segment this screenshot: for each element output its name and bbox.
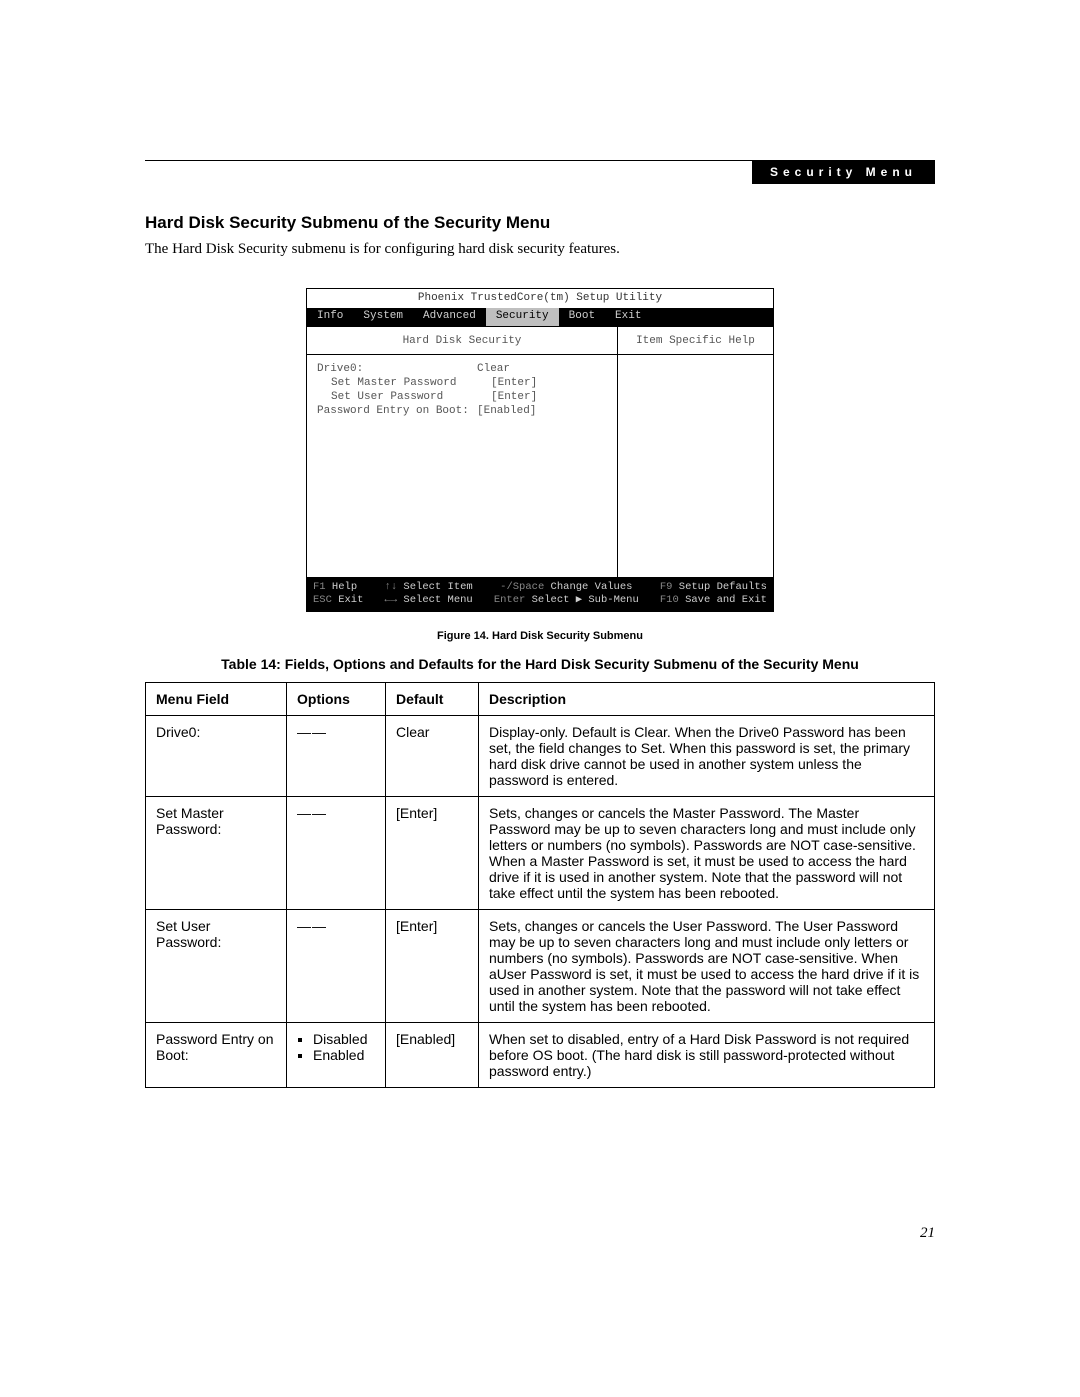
bios-left-panel: Hard Disk Security Drive0:ClearSet Maste… [307, 327, 618, 577]
bios-tab: Exit [605, 308, 651, 326]
cell-options: —— [287, 715, 386, 796]
table-row: Set Master Password:——[Enter]Sets, chang… [146, 796, 935, 909]
cell-description: Display-only. Default is Clear. When the… [479, 715, 935, 796]
bios-tab: Boot [559, 308, 605, 326]
cell-default: [Enabled] [386, 1022, 479, 1087]
bios-footer-cell: ←→ Select Menu [385, 594, 473, 607]
bios-panel-title: Hard Disk Security [307, 327, 617, 356]
bios-item-label: Set Master Password [317, 377, 491, 391]
bios-footer: F1 Help ↑↓ Select Item -/Space Change Valu… [307, 578, 773, 611]
bios-footer-cell: F1 Help [313, 581, 357, 594]
cell-menu-field: Drive0: [146, 715, 287, 796]
table-row: Drive0:——ClearDisplay-only. Default is C… [146, 715, 935, 796]
bios-item-label: Drive0: [317, 363, 477, 377]
table-row: Set User Password:——[Enter]Sets, changes… [146, 909, 935, 1022]
header-tag: Security Menu [752, 160, 935, 184]
bios-footer-cell: F10 Save and Exit [660, 594, 767, 607]
figure-caption: Figure 14. Hard Disk Security Submenu [145, 630, 935, 642]
cell-menu-field: Set User Password: [146, 909, 287, 1022]
page-number: 21 [920, 1225, 935, 1242]
bios-item-value: [Enter] [491, 377, 537, 391]
cell-description: Sets, changes or cancels the User Passwo… [479, 909, 935, 1022]
section-title: Hard Disk Security Submenu of the Securi… [145, 213, 935, 233]
cell-description: When set to disabled, entry of a Hard Di… [479, 1022, 935, 1087]
bios-item-value: Clear [477, 363, 510, 377]
table-title: Table 14: Fields, Options and Defaults f… [145, 656, 935, 672]
header-rule: Security Menu [145, 160, 935, 185]
bios-item-label: Password Entry on Boot: [317, 405, 477, 419]
section-intro: The Hard Disk Security submenu is for co… [145, 241, 935, 258]
cell-options: —— [287, 796, 386, 909]
bios-tab-bar: InfoSystemAdvancedSecurityBootExit [307, 308, 773, 326]
fields-table: Menu FieldOptionsDefaultDescription Driv… [145, 682, 935, 1088]
bios-item: Set Master Password[Enter] [317, 377, 607, 391]
bios-body: Hard Disk Security Drive0:ClearSet Maste… [307, 326, 773, 578]
bios-help-title: Item Specific Help [618, 327, 773, 356]
bios-item: Password Entry on Boot:[Enabled] [317, 405, 607, 419]
cell-options: DisabledEnabled [287, 1022, 386, 1087]
table-header: Description [479, 682, 935, 715]
bios-item-value: [Enabled] [477, 405, 536, 419]
bios-footer-cell: Enter Select ▶ Sub-Menu [494, 594, 639, 607]
table-header: Menu Field [146, 682, 287, 715]
cell-default: [Enter] [386, 909, 479, 1022]
table-header: Default [386, 682, 479, 715]
bios-help-panel: Item Specific Help [618, 327, 773, 577]
bios-tab: Info [307, 308, 353, 326]
bios-footer-cell: -/Space Change Values [500, 581, 632, 594]
option-item: Disabled [313, 1031, 375, 1047]
bios-footer-cell: F9 Setup Defaults [660, 581, 767, 594]
cell-options: —— [287, 909, 386, 1022]
bios-item: Drive0:Clear [317, 363, 607, 377]
option-item: Enabled [313, 1047, 375, 1063]
cell-description: Sets, changes or cancels the Master Pass… [479, 796, 935, 909]
bios-tab: Advanced [413, 308, 486, 326]
bios-screenshot: Phoenix TrustedCore(tm) Setup Utility In… [306, 288, 774, 612]
cell-menu-field: Set Master Password: [146, 796, 287, 909]
cell-menu-field: Password Entry on Boot: [146, 1022, 287, 1087]
bios-item-value: [Enter] [491, 391, 537, 405]
bios-tab: Security [486, 308, 559, 326]
bios-item: Set User Password[Enter] [317, 391, 607, 405]
page: Security Menu Hard Disk Security Submenu… [0, 0, 1080, 1397]
table-header: Options [287, 682, 386, 715]
bios-footer-cell: ESC Exit [313, 594, 363, 607]
bios-item-label: Set User Password [317, 391, 491, 405]
cell-default: Clear [386, 715, 479, 796]
bios-title: Phoenix TrustedCore(tm) Setup Utility [307, 289, 773, 308]
bios-tab: System [353, 308, 413, 326]
cell-default: [Enter] [386, 796, 479, 909]
table-row: Password Entry on Boot:DisabledEnabled[E… [146, 1022, 935, 1087]
bios-footer-cell: ↑↓ Select Item [385, 581, 473, 594]
